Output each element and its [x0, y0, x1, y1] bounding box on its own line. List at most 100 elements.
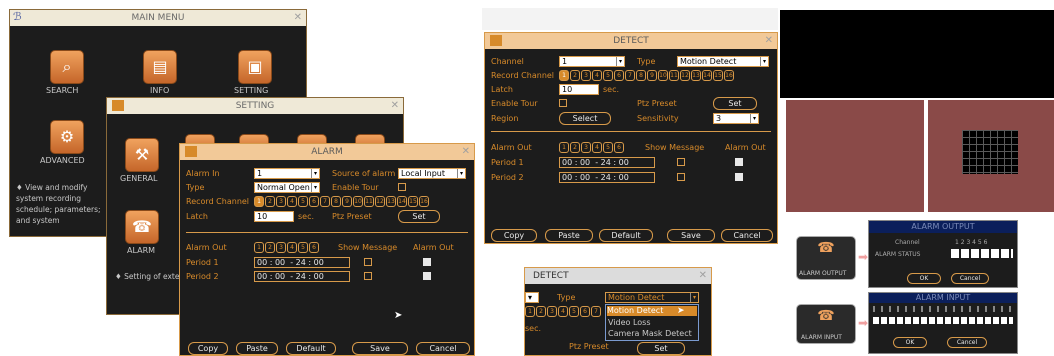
- channel-number-button[interactable]: 3: [276, 242, 286, 253]
- channel-number-button[interactable]: 1: [559, 70, 569, 81]
- channel-number-button[interactable]: 9: [342, 196, 352, 207]
- alarm-button[interactable]: ☎: [125, 210, 159, 244]
- ptz-set-button[interactable]: Set: [713, 97, 757, 110]
- channel-number-button[interactable]: 13: [386, 196, 396, 207]
- channel-number-button[interactable]: 12: [375, 196, 385, 207]
- period1-alarm-out-checkbox[interactable]: [423, 258, 431, 266]
- period1-show-message-checkbox[interactable]: [364, 258, 372, 266]
- channel-number-button[interactable]: 11: [364, 196, 374, 207]
- alarm-input-boxes[interactable]: [873, 317, 1013, 324]
- alarm-input-cancel-button[interactable]: Cancel: [947, 337, 987, 348]
- period2-alarm-out-checkbox[interactable]: [423, 272, 431, 280]
- cancel-button[interactable]: Cancel: [721, 229, 773, 242]
- close-icon[interactable]: ✕: [391, 98, 399, 114]
- search-button[interactable]: ⌕: [50, 50, 84, 84]
- period2-show-message-checkbox[interactable]: [677, 173, 685, 181]
- close-icon[interactable]: ✕: [765, 33, 773, 49]
- channel-number-button[interactable]: 5: [569, 306, 579, 317]
- save-button[interactable]: Save: [352, 342, 408, 355]
- option-video-loss[interactable]: Video Loss: [608, 318, 651, 328]
- advanced-button[interactable]: ⚙: [50, 120, 84, 154]
- channel-number-button[interactable]: 6: [614, 142, 624, 153]
- channel-number-button[interactable]: 2: [536, 306, 546, 317]
- channel-number-button[interactable]: 15: [713, 70, 723, 81]
- channel-number-button[interactable]: 4: [287, 196, 297, 207]
- channel-number-button[interactable]: 14: [702, 70, 712, 81]
- channel-number-button[interactable]: 6: [309, 196, 319, 207]
- channel-number-button[interactable]: 12: [680, 70, 690, 81]
- channel-number-button[interactable]: 2: [265, 242, 275, 253]
- channel-number-button[interactable]: 5: [603, 142, 613, 153]
- channel-number-button[interactable]: 7: [625, 70, 635, 81]
- period1-alarm-out-checkbox[interactable]: [735, 158, 743, 166]
- sensitivity-select[interactable]: 3 ▾: [713, 113, 759, 124]
- option-camera-mask-detect[interactable]: Camera Mask Detect: [608, 329, 692, 339]
- latch-input[interactable]: 10: [254, 211, 294, 222]
- channel-number-button[interactable]: 9: [647, 70, 657, 81]
- latch-input[interactable]: 10: [559, 84, 599, 95]
- channel-number-button[interactable]: 8: [636, 70, 646, 81]
- copy-button[interactable]: Copy: [188, 342, 228, 355]
- cancel-button[interactable]: Cancel: [416, 342, 470, 355]
- channel-number-button[interactable]: 3: [581, 142, 591, 153]
- paste-button[interactable]: Paste: [545, 229, 593, 242]
- alarm-output-icon-button[interactable]: ☎ ALARM OUTPUT: [796, 236, 856, 280]
- channel-number-button[interactable]: 4: [558, 306, 568, 317]
- region-select-button[interactable]: Select: [559, 112, 611, 125]
- channel-number-button[interactable]: 15: [408, 196, 418, 207]
- default-button[interactable]: Default: [599, 229, 653, 242]
- channel-number-button[interactable]: 5: [298, 196, 308, 207]
- period1-time[interactable]: 00 : 00 - 24 : 00: [559, 157, 655, 168]
- type-select[interactable]: Motion Detect ▾: [605, 292, 699, 303]
- period1-show-message-checkbox[interactable]: [677, 158, 685, 166]
- channel-number-button[interactable]: 1: [559, 142, 569, 153]
- alarm-output-ok-button[interactable]: OK: [907, 273, 941, 284]
- partial-select-arrow[interactable]: ▾: [525, 292, 539, 303]
- alarm-status-boxes[interactable]: [951, 249, 1013, 258]
- period2-time[interactable]: 00 : 00 - 24 : 00: [254, 271, 350, 282]
- channel-number-button[interactable]: 3: [547, 306, 557, 317]
- channel-number-button[interactable]: 1: [254, 196, 264, 207]
- channel-number-button[interactable]: 10: [658, 70, 668, 81]
- period2-show-message-checkbox[interactable]: [364, 272, 372, 280]
- channel-number-button[interactable]: 13: [691, 70, 701, 81]
- channel-number-button[interactable]: 7: [320, 196, 330, 207]
- channel-number-button[interactable]: 4: [287, 242, 297, 253]
- enable-tour-checkbox[interactable]: [559, 99, 567, 107]
- channel-number-button[interactable]: 5: [603, 70, 613, 81]
- setting-button[interactable]: ▣: [238, 50, 272, 84]
- channel-number-button[interactable]: 5: [298, 242, 308, 253]
- channel-number-button[interactable]: 1: [525, 306, 535, 317]
- channel-number-button[interactable]: 3: [276, 196, 286, 207]
- ptz-set-button[interactable]: Set: [398, 210, 440, 223]
- source-select[interactable]: Local Input ▾: [398, 168, 466, 179]
- channel-number-button[interactable]: 2: [570, 70, 580, 81]
- channel-number-button[interactable]: 16: [419, 196, 429, 207]
- close-icon[interactable]: ✕: [294, 10, 302, 26]
- channel-number-button[interactable]: 6: [309, 242, 319, 253]
- close-icon[interactable]: ✕: [699, 268, 707, 284]
- channel-number-button[interactable]: 14: [397, 196, 407, 207]
- period1-time[interactable]: 00 : 00 - 24 : 00: [254, 257, 350, 268]
- alarm-input-ok-button[interactable]: OK: [893, 337, 927, 348]
- channel-number-button[interactable]: 4: [592, 70, 602, 81]
- channel-number-button[interactable]: 11: [669, 70, 679, 81]
- channel-number-button[interactable]: 2: [570, 142, 580, 153]
- save-button[interactable]: Save: [667, 229, 715, 242]
- period2-time[interactable]: 00 : 00 - 24 : 00: [559, 172, 655, 183]
- type-select[interactable]: Normal Open ▾: [254, 182, 320, 193]
- period2-alarm-out-checkbox[interactable]: [735, 173, 743, 181]
- enable-tour-checkbox[interactable]: [398, 183, 406, 191]
- channel-number-button[interactable]: 7: [591, 306, 601, 317]
- alarm-in-select[interactable]: 1 ▾: [254, 168, 320, 179]
- type-select[interactable]: Motion Detect ▾: [677, 56, 769, 67]
- paste-button[interactable]: Paste: [236, 342, 278, 355]
- close-icon[interactable]: ✕: [462, 144, 470, 160]
- channel-number-button[interactable]: 1: [254, 242, 264, 253]
- channel-number-button[interactable]: 10: [353, 196, 363, 207]
- copy-button[interactable]: Copy: [491, 229, 537, 242]
- ptz-set-button[interactable]: Set: [637, 342, 685, 355]
- channel-number-button[interactable]: 3: [581, 70, 591, 81]
- channel-number-button[interactable]: 2: [265, 196, 275, 207]
- alarm-input-icon-button[interactable]: ☎ ALARM INPUT: [796, 304, 856, 344]
